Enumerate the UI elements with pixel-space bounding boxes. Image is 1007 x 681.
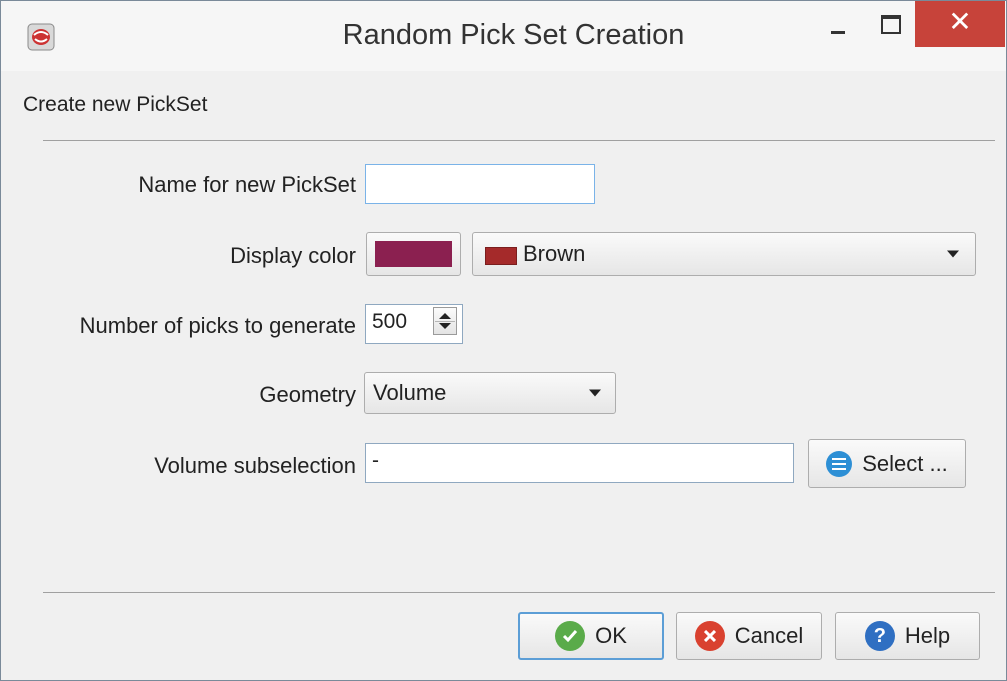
check-icon-glyph [563, 630, 578, 643]
picks-label: Number of picks to generate [79, 313, 356, 338]
cancel-button[interactable]: Cancel [676, 612, 822, 660]
select-button[interactable]: Select ... [808, 439, 966, 488]
ok-button-label: OK [595, 623, 627, 648]
stepper-up-icon[interactable] [439, 313, 451, 319]
subselection-input[interactable]: - [365, 443, 794, 483]
check-icon [555, 621, 586, 651]
help-button-content: ? Help [836, 613, 979, 659]
x-icon [694, 621, 725, 651]
select-button-label: Select ... [862, 450, 948, 476]
geometry-label: Geometry [259, 382, 356, 407]
maximize-button[interactable] [871, 1, 921, 45]
top-divider [43, 140, 995, 141]
picks-stepper[interactable] [433, 307, 457, 335]
display-color-label: Display color [230, 243, 356, 268]
help-button[interactable]: ? Help [835, 612, 980, 660]
color-swatch [375, 241, 452, 267]
picks-value: 500 [372, 310, 408, 333]
dialog-window: Random Pick Set Creation ✕ Create new Pi… [0, 0, 1007, 681]
color-select[interactable]: Brown [472, 232, 976, 276]
color-option-swatch [485, 247, 517, 265]
name-label: Name for new PickSet [138, 172, 356, 197]
maximize-icon [881, 15, 901, 34]
select-button-content: Select ... [809, 440, 965, 487]
minimize-button[interactable] [809, 1, 871, 45]
close-button[interactable]: ✕ [915, 1, 1005, 47]
minimize-icon [831, 31, 845, 34]
list-icon [826, 450, 853, 477]
stepper-down-icon[interactable] [439, 323, 451, 329]
close-icon: ✕ [948, 6, 972, 37]
stepper-divider [435, 321, 455, 322]
list-icon-glyph [832, 457, 847, 470]
ok-button[interactable]: OK [518, 612, 664, 660]
cancel-button-content: Cancel [677, 613, 821, 659]
geometry-select[interactable]: Volume [364, 372, 616, 414]
title-bar[interactable]: Random Pick Set Creation ✕ [1, 1, 1006, 71]
geometry-select-value: Volume [373, 380, 447, 405]
x-icon-glyph [703, 630, 716, 642]
dialog-heading: Create new PickSet [23, 93, 208, 116]
color-picker-button[interactable] [366, 232, 461, 276]
bottom-divider [43, 592, 995, 593]
help-button-label: Help [904, 623, 951, 648]
name-input[interactable] [365, 164, 595, 204]
chevron-down-icon [947, 250, 959, 258]
subselection-label: Volume subselection [154, 453, 356, 478]
chevron-down-icon [589, 389, 601, 397]
ok-button-content: OK [520, 614, 662, 658]
cancel-button-label: Cancel [734, 623, 804, 648]
question-icon: ? [864, 621, 895, 651]
color-select-value: Brown [523, 241, 586, 266]
